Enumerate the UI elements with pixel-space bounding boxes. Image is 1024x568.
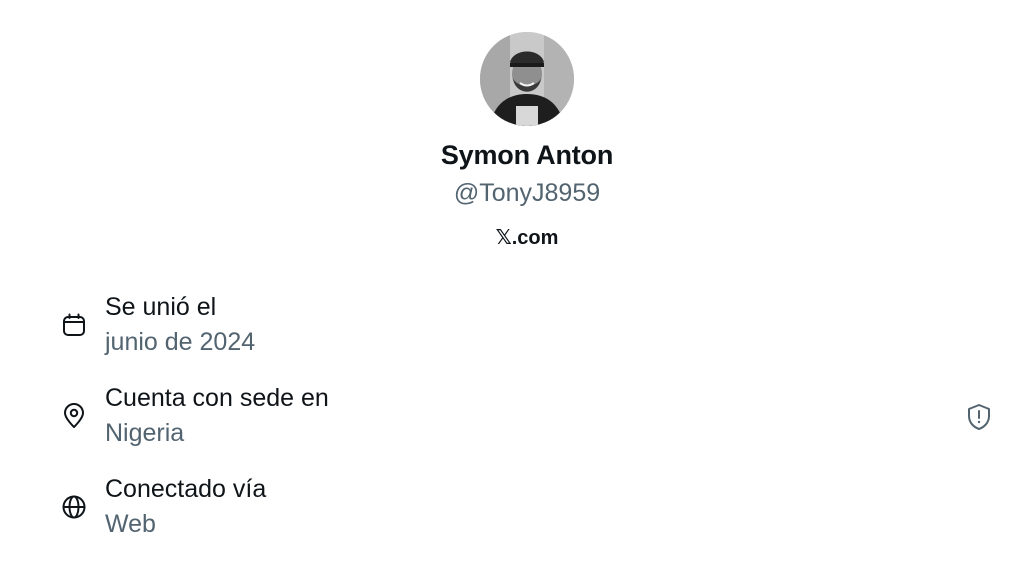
display-name: Symon Anton — [440, 140, 614, 170]
calendar-icon — [61, 312, 87, 338]
globe-icon — [61, 494, 87, 520]
brand-suffix: .com — [511, 227, 559, 249]
location-label: Cuenta con sede en — [105, 384, 329, 412]
location-pin-icon — [61, 403, 87, 429]
about-account-page: Symon Anton @TonyJ8959 𝕏.com Se unió el … — [0, 0, 1024, 568]
shield-alert-icon[interactable] — [966, 403, 992, 431]
connected-via-row: Conectado vía Web — [0, 472, 1024, 552]
x-brand-link[interactable]: 𝕏.com — [0, 225, 1024, 250]
username-handle[interactable]: @TonyJ8959 — [0, 179, 1024, 208]
connected-via-label: Conectado vía — [105, 475, 267, 503]
location-row: Cuenta con sede en Nigeria — [0, 381, 1024, 461]
avatar[interactable] — [480, 32, 574, 126]
joined-row: Se unió el junio de 2024 — [0, 290, 1024, 370]
location-value: Nigeria — [105, 419, 185, 447]
x-logo-icon: 𝕏 — [495, 225, 512, 249]
connected-via-value: Web — [105, 510, 156, 538]
joined-label: Se unió el — [105, 293, 217, 321]
joined-value: junio de 2024 — [105, 328, 256, 356]
